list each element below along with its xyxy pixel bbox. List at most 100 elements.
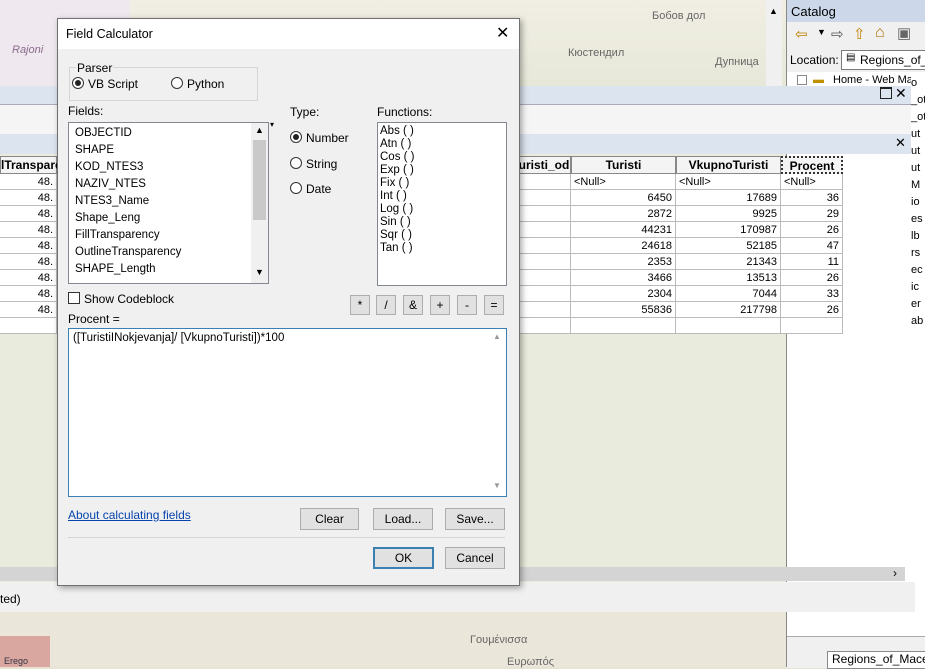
table-cell[interactable] [517, 270, 571, 286]
table-cell[interactable]: <Null> [781, 174, 843, 190]
table-cell[interactable] [517, 318, 571, 334]
table-cell[interactable]: 217798 [676, 302, 781, 318]
table-cell[interactable]: 48. [0, 190, 57, 206]
functions-list[interactable]: Abs ( ) Atn ( ) Cos ( ) Exp ( ) Fix ( ) Int (… [377, 122, 507, 286]
type-number-option[interactable]: Number [290, 130, 370, 146]
table-cell[interactable]: 6450 [571, 190, 676, 206]
close-icon[interactable]: ✕ [496, 23, 509, 43]
column-header[interactable]: Turisti [571, 156, 676, 174]
table-cell[interactable] [517, 254, 571, 270]
table-cell[interactable]: 48. [0, 222, 57, 238]
radio-button[interactable] [290, 157, 302, 169]
table-cell[interactable]: 52185 [676, 238, 781, 254]
function-list-item[interactable]: Sqr ( ) [378, 229, 502, 242]
table-cell[interactable]: 3466 [571, 270, 676, 286]
connect-folder-icon[interactable]: ▣ [897, 24, 911, 42]
chevron-down-icon[interactable]: ▼ [817, 27, 826, 37]
parser-python-option[interactable]: Python [171, 76, 241, 92]
function-list-item[interactable]: Exp ( ) [378, 164, 502, 177]
expression-textarea[interactable]: ([TuristiINokjevanja]/ [VkupnoTuristi])*… [68, 328, 507, 497]
operator-minus-button[interactable]: - [457, 295, 477, 315]
parser-vbscript-option[interactable]: VB Script [72, 76, 162, 92]
function-list-item[interactable]: Cos ( ) [378, 151, 502, 164]
scroll-up-icon[interactable]: ▲ [493, 332, 501, 341]
scroll-down-icon[interactable]: ▼ [493, 481, 501, 490]
radio-button[interactable] [290, 182, 302, 194]
forward-arrow-icon[interactable]: ⇨ [831, 25, 844, 43]
table-cell[interactable]: <Null> [676, 174, 781, 190]
table-cell[interactable]: 26 [781, 222, 843, 238]
radio-button[interactable] [171, 77, 183, 89]
table-cell[interactable]: 48. [0, 254, 57, 270]
field-list-item[interactable]: Shape_Leng [69, 210, 249, 227]
save-button[interactable]: Save... [445, 508, 505, 530]
column-header[interactable]: lTranspare [0, 156, 62, 174]
table-cell[interactable]: 2304 [571, 286, 676, 302]
scroll-right-icon[interactable]: › [893, 566, 897, 580]
close-icon[interactable]: ✕ [895, 85, 907, 102]
clear-button[interactable]: Clear [300, 508, 359, 530]
table-cell[interactable] [676, 318, 781, 334]
table-cell[interactable] [781, 318, 843, 334]
function-list-item[interactable]: Abs ( ) [378, 125, 502, 138]
table-cell[interactable]: 26 [781, 302, 843, 318]
up-folder-icon[interactable]: ⇧ [853, 25, 866, 43]
location-input[interactable]: ▤ Regions_of_ [841, 50, 925, 70]
scroll-thumb[interactable] [253, 140, 266, 220]
catalog-bottom-tab[interactable]: Regions_of_Mace [827, 651, 925, 669]
table-cell[interactable]: 44231 [571, 222, 676, 238]
table-cell[interactable] [517, 238, 571, 254]
operator-multiply-button[interactable]: * [350, 295, 370, 315]
column-header[interactable]: VkupnoTuristi [676, 156, 781, 174]
expression-scrollbar[interactable]: ▲ ▼ [489, 329, 506, 496]
home-icon[interactable]: ⌂ [875, 24, 885, 42]
maximize-icon[interactable] [880, 87, 892, 99]
back-arrow-icon[interactable]: ⇦ [795, 25, 808, 43]
table-cell[interactable] [517, 174, 571, 190]
field-list-item[interactable]: OBJECTID [69, 125, 249, 142]
map-scrollbar[interactable]: ▲ [766, 0, 782, 90]
field-list-item[interactable]: NAZIV_NTES [69, 176, 249, 193]
table-cell[interactable]: 170987 [676, 222, 781, 238]
operator-concat-button[interactable]: & [403, 295, 423, 315]
load-button[interactable]: Load... [373, 508, 433, 530]
column-header[interactable]: uristi_od [517, 156, 571, 174]
field-list-item[interactable]: SHAPE_Length [69, 261, 249, 278]
fields-scrollbar[interactable]: ▲ ▼ [251, 123, 268, 283]
table-cell[interactable] [517, 302, 571, 318]
column-header-selected[interactable]: Procent [781, 156, 843, 174]
table-cell[interactable]: 29 [781, 206, 843, 222]
table-cell[interactable]: 7044 [676, 286, 781, 302]
table-cell[interactable]: 9925 [676, 206, 781, 222]
cancel-button[interactable]: Cancel [445, 547, 505, 569]
field-list-item[interactable]: FillTransparency [69, 227, 249, 244]
table-cell[interactable]: 55836 [571, 302, 676, 318]
show-codeblock-checkbox[interactable]: Show Codeblock [68, 291, 198, 307]
table-cell[interactable] [517, 190, 571, 206]
ok-button[interactable]: OK [373, 547, 434, 569]
scroll-up-icon[interactable]: ▲ [255, 125, 264, 135]
table-cell[interactable]: 48. [0, 174, 57, 190]
expander-icon[interactable] [797, 75, 807, 85]
table-cell[interactable]: 17689 [676, 190, 781, 206]
function-list-item[interactable]: Int ( ) [378, 190, 502, 203]
function-list-item[interactable]: Tan ( ) [378, 242, 502, 255]
scroll-up-icon[interactable]: ▲ [769, 6, 778, 16]
table-cell[interactable]: 21343 [676, 254, 781, 270]
table-cell[interactable]: 13513 [676, 270, 781, 286]
table-cell[interactable]: 48. [0, 238, 57, 254]
table-cell[interactable]: 2872 [571, 206, 676, 222]
table-cell[interactable] [517, 286, 571, 302]
table-cell[interactable]: 26 [781, 270, 843, 286]
radio-button[interactable] [72, 77, 84, 89]
operator-plus-button[interactable]: + [430, 295, 450, 315]
fields-list[interactable]: OBJECTID SHAPE KOD_NTES3 NAZIV_NTES NTES3_Na… [68, 122, 269, 284]
table-cell[interactable]: 47 [781, 238, 843, 254]
close-icon[interactable]: ✕ [895, 135, 906, 151]
function-list-item[interactable]: Atn ( ) [378, 138, 502, 151]
sort-menu-icon[interactable]: ▾ [270, 120, 274, 129]
table-cell[interactable] [0, 318, 57, 334]
function-list-item[interactable]: Fix ( ) [378, 177, 502, 190]
table-cell[interactable]: 24618 [571, 238, 676, 254]
field-list-item[interactable]: NTES3_Name [69, 193, 249, 210]
